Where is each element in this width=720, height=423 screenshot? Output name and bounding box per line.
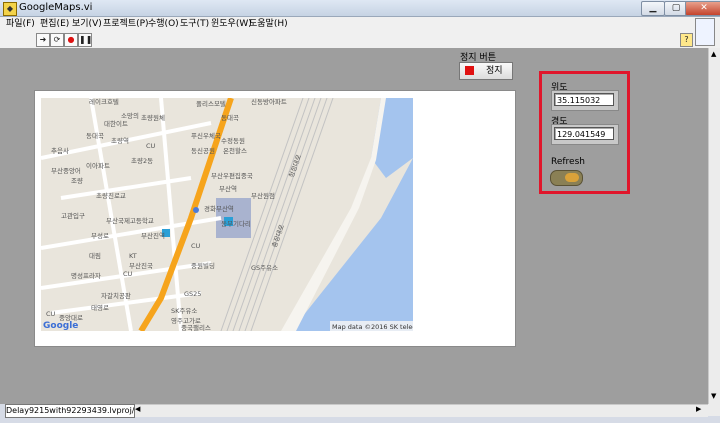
map-label: 부성로 <box>91 231 109 240</box>
map-label: 초량진로교 <box>96 191 126 200</box>
map-label: CU <box>46 310 56 318</box>
map-label: 이아파트 <box>86 161 110 170</box>
pause-icon[interactable]: ❚❚ <box>78 33 92 47</box>
menu-window[interactable]: 윈도우(W) <box>211 18 252 31</box>
map-label: GS주유소 <box>251 264 278 272</box>
longitude-field[interactable]: 129.041549 <box>554 127 614 140</box>
stop-icon <box>465 66 474 75</box>
run-continuously-icon[interactable]: ⟳ <box>50 33 64 47</box>
scroll-left-icon[interactable]: ◀ <box>135 405 140 413</box>
map-label: 레이크호텔 <box>89 98 119 106</box>
menu-project[interactable]: 프로젝트(P) <box>103 18 149 31</box>
refresh-label: Refresh <box>551 157 585 167</box>
map-copyright: Map data ©2016 SK telecom <box>332 323 413 331</box>
latitude-field[interactable]: 35.115032 <box>554 93 614 106</box>
map-label: 동신공원 <box>191 146 215 155</box>
map-google-logo: Google <box>43 321 78 331</box>
window-title: GoogleMaps.vi <box>19 2 93 13</box>
map-label: 초량원체 <box>141 113 165 122</box>
map-label: 수정동원 <box>221 136 245 145</box>
run-arrow-icon[interactable]: ➜ <box>36 33 50 47</box>
minimize-button[interactable]: ▁ <box>641 1 665 16</box>
map-label: CU <box>191 242 201 250</box>
map-label: 고관입구 <box>61 211 85 220</box>
horizontal-scrollbar[interactable]: ◀ ▶ <box>133 404 708 417</box>
map-label: 자갈치공판 <box>101 291 131 300</box>
scroll-up-icon[interactable]: ▲ <box>711 50 716 58</box>
app-icon: ◆ <box>3 2 17 16</box>
map-label: 대림 <box>89 252 101 260</box>
map-label: 신동방아파트 <box>251 98 287 106</box>
vi-connector-icon <box>695 18 715 46</box>
close-button[interactable]: ✕ <box>685 1 720 16</box>
map-label: 동대곡 <box>86 132 104 140</box>
refresh-button-knob <box>565 173 579 182</box>
stop-button-label: 정지 <box>486 66 503 76</box>
stop-button[interactable]: 정지 <box>459 62 513 80</box>
map-label: 부산중앙어 <box>51 166 81 175</box>
map-label: 대한이트 <box>104 119 128 128</box>
map-label: 소망의 <box>121 111 139 120</box>
map-label: SK주유소 <box>171 307 197 315</box>
menu-help[interactable]: 도움말(H) <box>249 18 288 31</box>
map-label: 폴리스모텔 <box>196 99 226 108</box>
help-icon[interactable]: ? <box>680 33 693 47</box>
labview-window: ◆ GoogleMaps.vi ▁ ▢ ✕ 파일(F) 편집(E) 보기(V) … <box>0 0 720 423</box>
map-label: 부산진국 <box>129 261 153 270</box>
map-label: 부산진역 <box>141 231 165 240</box>
toolbar: ➜ ⟳ ● ❚❚ ? <box>0 18 720 49</box>
map-label: KT <box>129 252 137 260</box>
map-label: 태영로 <box>91 303 109 312</box>
map-label: 조량 <box>71 177 83 185</box>
scroll-down-icon[interactable]: ▼ <box>711 392 716 400</box>
vertical-scrollbar[interactable]: ▲ ▼ <box>708 48 720 404</box>
map-label: 명성프라자 <box>71 271 101 280</box>
title-bar[interactable]: ◆ GoogleMaps.vi ▁ ▢ ✕ <box>0 0 720 17</box>
map-label: 부산역 <box>219 184 237 193</box>
abort-icon[interactable]: ● <box>64 33 78 47</box>
map-image[interactable]: 레이크호텔 폴리스모텔 신동방아파트 대한이트 소망의 초량원체 동대곡 동대곡… <box>41 98 413 331</box>
map-label: 푸신우체국 <box>191 131 221 140</box>
resize-grip[interactable] <box>708 404 720 416</box>
map-label: 온천할스 <box>223 146 247 155</box>
menu-view[interactable]: 보기(V) <box>72 18 102 31</box>
menu-operate[interactable]: 수행(O) <box>148 18 179 31</box>
menu-file[interactable]: 파일(F) <box>6 18 35 31</box>
map-location-marker <box>193 207 199 213</box>
map-label: 중원빌딩 <box>191 261 215 270</box>
map-label: 초량역 <box>111 136 129 145</box>
map-station-building <box>216 198 251 238</box>
map-label: CU <box>123 270 133 278</box>
menu-bar: 파일(F) 편집(E) 보기(V) 프로젝트(P) 수행(O) 도구(T) 윈도… <box>0 17 720 32</box>
map-label: 동대곡 <box>221 114 239 122</box>
map-label: 경화부산역 <box>204 204 234 213</box>
map-label: 추음사 <box>51 146 69 155</box>
menu-tools[interactable]: 도구(T) <box>180 18 209 31</box>
map-label: 부산국제고등학교 <box>106 216 154 225</box>
map-label: CU <box>146 142 156 150</box>
map-label: 중국팰리스 <box>181 323 211 331</box>
project-path: Delay9215with92293439.lvproj/내 컴퓨터 <box>5 404 135 418</box>
refresh-button[interactable] <box>550 170 583 186</box>
map-label: 부산우편집중국 <box>211 171 253 180</box>
scroll-right-icon[interactable]: ▶ <box>696 405 701 413</box>
menu-edit[interactable]: 편집(E) <box>40 18 69 31</box>
map-label: 동부기다리 <box>221 219 251 228</box>
map-label: 초량2동 <box>131 157 153 165</box>
map-label: GS25 <box>184 290 201 298</box>
map-label: 부산원점 <box>251 191 275 200</box>
